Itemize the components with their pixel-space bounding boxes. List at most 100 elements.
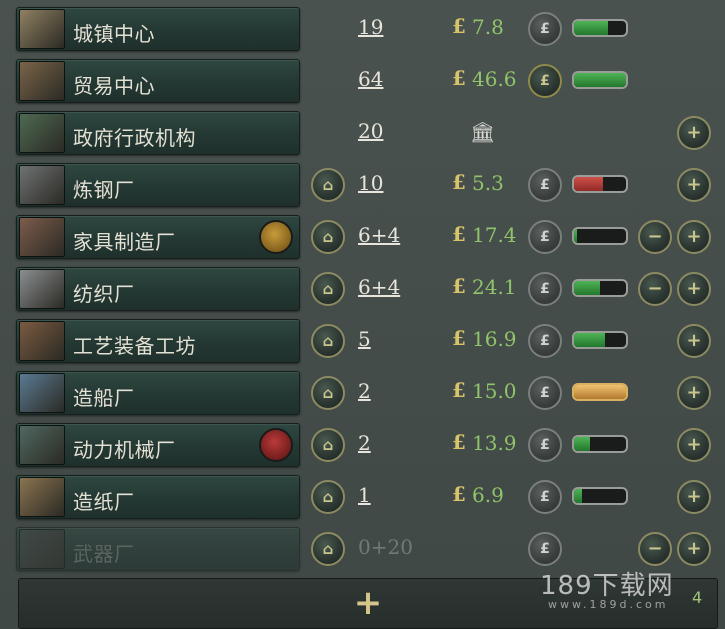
building-money: 5.3 [472, 171, 504, 195]
currency-symbol: £ [452, 378, 466, 402]
progress-fill [574, 73, 626, 87]
building-level[interactable]: 19 [358, 15, 383, 39]
progress-fill [574, 177, 603, 191]
currency-symbol: £ [452, 170, 466, 194]
building-row[interactable]: 家具制造厂 ⌂ 6+4 £17.4 £ − + [0, 212, 725, 262]
building-progress-bar [572, 71, 628, 89]
expand-building-icon[interactable]: ⌂ [311, 532, 345, 566]
building-thumbnail-icon [19, 61, 65, 101]
subsidize-money-icon[interactable]: £ [528, 532, 562, 566]
building-name-cell[interactable]: 纺织厂 [16, 267, 300, 311]
subsidize-money-icon[interactable]: £ [528, 64, 562, 98]
increase-level-icon[interactable]: + [677, 480, 711, 514]
subsidize-money-icon[interactable]: £ [528, 480, 562, 514]
building-row[interactable]: 造船厂 ⌂ 2 £15.0 £ + [0, 368, 725, 418]
currency-symbol: £ [452, 482, 466, 506]
building-row[interactable]: 政府行政机构 20 🏛 + [0, 108, 725, 158]
building-level[interactable]: 2 [358, 379, 371, 403]
progress-fill [574, 229, 577, 243]
building-money: 7.8 [472, 15, 504, 39]
building-thumbnail-icon [19, 373, 65, 413]
subsidize-money-icon[interactable]: £ [528, 376, 562, 410]
building-name-cell[interactable]: 动力机械厂 [16, 423, 300, 467]
building-thumbnail-icon [19, 321, 65, 361]
increase-level-icon[interactable]: + [677, 376, 711, 410]
building-row[interactable]: 纺织厂 ⌂ 6+4 £24.1 £ − + [0, 264, 725, 314]
currency-symbol: £ [452, 66, 466, 90]
increase-level-icon[interactable]: + [677, 532, 711, 566]
expand-building-icon[interactable]: ⌂ [311, 480, 345, 514]
increase-level-icon[interactable]: + [677, 220, 711, 254]
building-row[interactable]: 城镇中心 19 £7.8 £ [0, 4, 725, 54]
expand-building-icon[interactable]: ⌂ [311, 428, 345, 462]
progress-fill [574, 437, 590, 451]
building-name-cell[interactable]: 城镇中心 [16, 7, 300, 51]
decrease-level-icon[interactable]: − [638, 272, 672, 306]
increase-level-icon[interactable]: + [677, 428, 711, 462]
building-level[interactable]: 6+4 [358, 275, 400, 299]
building-name: 武器厂 [73, 542, 135, 566]
building-name-cell[interactable]: 家具制造厂 [16, 215, 300, 259]
decrease-level-icon[interactable]: − [638, 532, 672, 566]
building-name-cell[interactable]: 政府行政机构 [16, 111, 300, 155]
expand-building-icon[interactable]: ⌂ [311, 324, 345, 358]
building-level[interactable]: 0+20 [358, 535, 413, 559]
building-row[interactable]: 工艺装备工坊 ⌂ 5 £16.9 £ + [0, 316, 725, 366]
watermark-text: 189下载网 [540, 571, 674, 601]
building-money: 13.9 [472, 431, 517, 455]
building-level[interactable]: 10 [358, 171, 383, 195]
increase-level-icon[interactable]: + [677, 324, 711, 358]
building-thumbnail-icon [19, 9, 65, 49]
subsidize-money-icon[interactable]: £ [528, 168, 562, 202]
building-level[interactable]: 6+4 [358, 223, 400, 247]
increase-level-icon[interactable]: + [677, 168, 711, 202]
building-name-cell[interactable]: 造纸厂 [16, 475, 300, 519]
pop-warning-icon[interactable] [259, 428, 293, 462]
building-level[interactable]: 2 [358, 431, 371, 455]
building-thumbnail-icon [19, 269, 65, 309]
expand-building-icon[interactable]: ⌂ [311, 272, 345, 306]
expand-building-icon[interactable]: ⌂ [311, 220, 345, 254]
increase-level-icon[interactable]: + [677, 272, 711, 306]
building-name-cell[interactable]: 贸易中心 [16, 59, 300, 103]
building-level[interactable]: 64 [358, 67, 383, 91]
building-progress-bar [572, 19, 628, 37]
building-row[interactable]: 贸易中心 64 £46.6 £ [0, 56, 725, 106]
subsidize-money-icon[interactable]: £ [528, 324, 562, 358]
building-name-cell[interactable]: 武器厂 [16, 527, 300, 571]
subsidize-money-icon[interactable]: £ [528, 272, 562, 306]
building-row[interactable]: 动力机械厂 ⌂ 2 £13.9 £ + [0, 420, 725, 470]
building-progress-bar [572, 487, 628, 505]
building-name-cell[interactable]: 炼钢厂 [16, 163, 300, 207]
building-money: 17.4 [472, 223, 517, 247]
building-row[interactable]: 炼钢厂 ⌂ 10 £5.3 £ + [0, 160, 725, 210]
building-name: 家具制造厂 [73, 230, 176, 254]
government-building-icon: 🏛 [470, 120, 496, 144]
building-name: 动力机械厂 [73, 438, 176, 462]
progress-fill [574, 385, 626, 399]
building-name-cell[interactable]: 工艺装备工坊 [16, 319, 300, 363]
expand-building-icon[interactable]: ⌂ [311, 376, 345, 410]
add-building-plus-icon[interactable]: + [352, 586, 384, 620]
building-thumbnail-icon [19, 529, 65, 569]
building-level[interactable]: 20 [358, 119, 383, 143]
expand-building-icon[interactable]: ⌂ [311, 168, 345, 202]
subsidize-money-icon[interactable]: £ [528, 220, 562, 254]
building-thumbnail-icon [19, 165, 65, 205]
building-money: 46.6 [472, 67, 517, 91]
building-level[interactable]: 1 [358, 483, 371, 507]
building-count: 4 [692, 588, 703, 607]
subsidize-money-icon[interactable]: £ [528, 428, 562, 462]
building-row[interactable]: 造纸厂 ⌂ 1 £6.9 £ + [0, 472, 725, 522]
progress-fill [574, 489, 582, 503]
promote-pop-icon[interactable] [259, 220, 293, 254]
building-thumbnail-icon [19, 425, 65, 465]
subsidize-money-icon[interactable]: £ [528, 12, 562, 46]
increase-level-icon[interactable]: + [677, 116, 711, 150]
currency-symbol: £ [452, 222, 466, 246]
progress-fill [574, 21, 608, 35]
currency-symbol: £ [452, 14, 466, 38]
building-level[interactable]: 5 [358, 327, 371, 351]
building-name-cell[interactable]: 造船厂 [16, 371, 300, 415]
decrease-level-icon[interactable]: − [638, 220, 672, 254]
